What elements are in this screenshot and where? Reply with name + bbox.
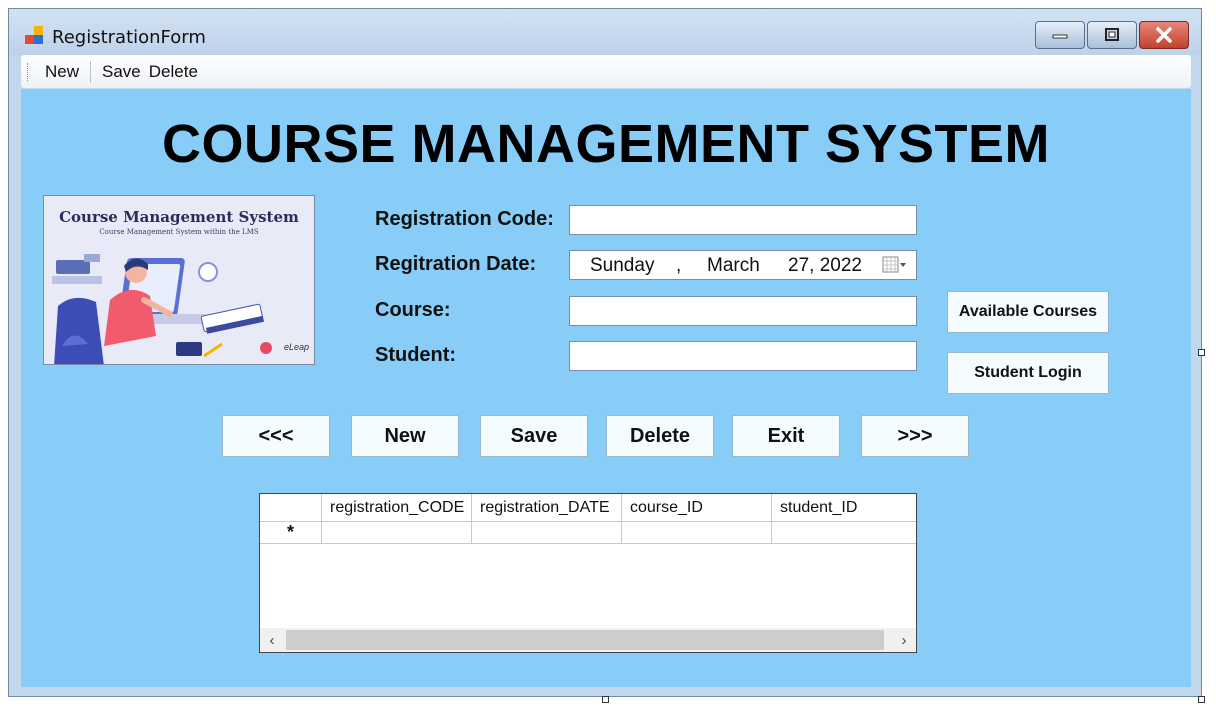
course-input[interactable] xyxy=(569,296,917,326)
registration-date-label: Regitration Date: xyxy=(375,253,537,275)
date-day-year: 27, 2022 xyxy=(788,255,862,276)
window-title: RegistrationForm xyxy=(52,27,206,48)
table-cell[interactable] xyxy=(322,522,472,543)
student-at-laptop-graphic xyxy=(52,254,272,364)
course-label: Course: xyxy=(375,299,451,321)
scrollbar-thumb[interactable] xyxy=(286,630,884,650)
table-cell[interactable] xyxy=(622,522,772,543)
table-cell[interactable] xyxy=(772,522,916,543)
minimize-icon xyxy=(1052,34,1068,39)
column-header-student-id[interactable]: student_ID xyxy=(772,494,916,521)
form-client-area: COURSE MANAGEMENT SYSTEM Course Manageme… xyxy=(21,89,1191,687)
table-row[interactable]: * xyxy=(260,522,916,544)
page-title: COURSE MANAGEMENT SYSTEM xyxy=(161,114,1051,174)
registration-code-input[interactable] xyxy=(569,205,917,235)
registration-form-window: RegistrationForm New Save Delete COURSE … xyxy=(8,8,1202,697)
resize-handle-bottom[interactable] xyxy=(602,696,609,703)
minimize-button[interactable] xyxy=(1035,21,1085,49)
registration-data-grid[interactable]: registration_CODE registration_DATE cour… xyxy=(259,493,917,653)
available-courses-button[interactable]: Available Courses xyxy=(947,291,1109,333)
grid-header-row: registration_CODE registration_DATE cour… xyxy=(260,494,916,522)
date-separator: , xyxy=(676,255,682,276)
menu-strip: New Save Delete xyxy=(21,55,1191,88)
delete-button[interactable]: Delete xyxy=(606,415,714,457)
student-input[interactable] xyxy=(569,341,917,371)
student-login-button[interactable]: Student Login xyxy=(947,352,1109,394)
column-header-course-id[interactable]: course_ID xyxy=(622,494,772,521)
save-button[interactable]: Save xyxy=(480,415,588,457)
row-header-corner xyxy=(260,494,322,521)
menu-grip xyxy=(27,62,31,81)
restore-icon xyxy=(1105,28,1119,41)
course-illustration: Course Management System Course Manageme… xyxy=(43,195,315,365)
table-cell[interactable] xyxy=(472,522,622,543)
previous-record-button[interactable]: <<< xyxy=(222,415,330,457)
date-weekday: Sunday xyxy=(590,255,655,276)
menu-item-new[interactable]: New xyxy=(37,62,87,82)
new-row-marker: * xyxy=(260,522,322,543)
close-icon xyxy=(1156,27,1172,43)
designer-surface: RegistrationForm New Save Delete COURSE … xyxy=(0,0,1216,712)
student-label: Student: xyxy=(375,344,457,366)
registration-date-picker[interactable]: Sunday , March 27, 2022 xyxy=(569,250,917,280)
eleap-logo: eLeap xyxy=(283,342,309,352)
menu-separator xyxy=(90,60,92,83)
next-record-button[interactable]: >>> xyxy=(861,415,969,457)
menu-item-delete[interactable]: Delete xyxy=(149,62,206,82)
column-header-registration-date[interactable]: registration_DATE xyxy=(472,494,622,521)
new-button[interactable]: New xyxy=(351,415,459,457)
resize-handle-corner[interactable] xyxy=(1198,696,1205,703)
scroll-right-icon[interactable]: › xyxy=(892,628,916,652)
column-header-registration-code[interactable]: registration_CODE xyxy=(322,494,472,521)
horizontal-scrollbar[interactable]: ‹ › xyxy=(260,628,916,652)
resize-handle-right[interactable] xyxy=(1198,349,1205,356)
scroll-left-icon[interactable]: ‹ xyxy=(260,628,284,652)
registration-code-label: Registration Code: xyxy=(375,208,554,230)
close-button[interactable] xyxy=(1139,21,1189,49)
calendar-dropdown-icon[interactable] xyxy=(882,256,908,274)
restore-button[interactable] xyxy=(1087,21,1137,49)
date-month: March xyxy=(707,255,760,276)
title-bar: RegistrationForm xyxy=(9,9,1201,55)
exit-button[interactable]: Exit xyxy=(732,415,840,457)
menu-item-save[interactable]: Save xyxy=(94,62,149,82)
app-icon xyxy=(25,26,45,46)
